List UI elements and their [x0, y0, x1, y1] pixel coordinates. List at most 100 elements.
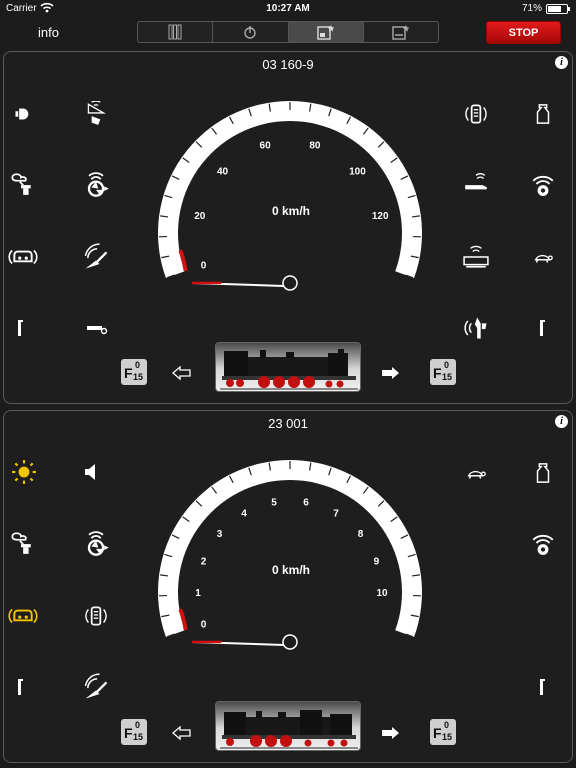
view-segmented-control	[137, 21, 439, 43]
function-brake-button[interactable]	[79, 601, 113, 631]
function-page-button-2[interactable]: F 0 15	[430, 359, 456, 385]
function-injector-button[interactable]	[459, 169, 493, 199]
battery-icon	[546, 4, 570, 14]
f-letter: F	[433, 365, 442, 381]
layout-star-icon	[392, 25, 410, 40]
segment-controller[interactable]	[213, 22, 289, 42]
function-page-button[interactable]: F 0 15	[121, 719, 147, 745]
f-range-end: 15	[442, 732, 453, 742]
gauge-band	[158, 101, 422, 279]
function-uncoupler-button[interactable]	[526, 99, 560, 129]
loco-info-icon[interactable]: i	[555, 415, 568, 428]
function-horn-button[interactable]	[6, 601, 40, 631]
direction-forward-button[interactable]	[380, 725, 400, 741]
whistle-icon	[83, 318, 109, 342]
gauge-scale-label: 8	[358, 529, 364, 540]
coal-shovel-icon	[82, 673, 110, 701]
loco-image[interactable]	[215, 701, 361, 751]
segment-keyboard-star[interactable]	[288, 22, 364, 42]
function-coal-shovel-button[interactable]	[79, 242, 113, 272]
loco-name: 23 001	[268, 416, 308, 431]
function-brake-button[interactable]	[459, 99, 493, 129]
brake-sound-icon	[82, 603, 110, 629]
segment-layout-star[interactable]	[363, 22, 438, 42]
gauge-scale-label: 80	[309, 140, 321, 151]
headlight-icon	[10, 103, 32, 125]
cab-light-icon	[9, 316, 33, 340]
status-time: 10:27 AM	[266, 3, 310, 14]
function-smoke-generator-button[interactable]	[4, 169, 38, 199]
f-letter: F	[124, 725, 133, 741]
station-announcement-icon	[461, 244, 491, 270]
function-whistle-button[interactable]	[79, 315, 113, 345]
loco-panel-2: 23 001 i 0 1 2 3 4 5 6 7 8 9 10 0 km/h F 0 15	[3, 410, 573, 763]
gauge-scale-label: 1	[195, 588, 201, 599]
function-page-button-2[interactable]: F 0 15	[430, 719, 456, 745]
function-fan-button[interactable]	[79, 169, 113, 199]
function-station-button[interactable]	[459, 242, 493, 272]
gauge-scale-label: 6	[303, 497, 309, 508]
gauge-scale-label: 4	[241, 508, 247, 519]
function-coal-shovel-button[interactable]	[79, 672, 113, 702]
f-range-start: 0	[444, 360, 450, 370]
cab-light-icon	[531, 316, 555, 340]
turtle-icon	[531, 246, 555, 268]
injector-icon	[462, 171, 490, 197]
needle-hub	[282, 275, 298, 291]
arrow-right-icon	[382, 367, 399, 379]
turtle-icon	[464, 462, 488, 484]
function-steam-button[interactable]	[459, 313, 493, 343]
info-button[interactable]: info	[38, 25, 59, 40]
function-headlight-button[interactable]	[4, 99, 38, 129]
f-range-end: 15	[442, 372, 453, 382]
emergency-stop-button[interactable]: STOP	[486, 21, 561, 44]
smoke-generator-icon	[83, 101, 109, 127]
whistle-horn-icon	[8, 244, 38, 270]
direction-reverse-button[interactable]	[172, 365, 192, 381]
speedometer[interactable]: 0 1 2 3 4 5 6 7 8 9 10 0 km/h	[151, 453, 431, 703]
coal-shovel-icon	[82, 243, 110, 271]
wheel-sound-icon	[530, 529, 556, 557]
direction-forward-button[interactable]	[380, 365, 400, 381]
loco-image[interactable]	[215, 342, 361, 392]
speedometer[interactable]: 0 20 40 60 80 100 120 0 km/h	[151, 94, 431, 344]
needle-hub	[282, 634, 298, 650]
function-horn-button[interactable]	[6, 242, 40, 272]
battery-percent: 71%	[521, 3, 542, 14]
smoke-generator-icon	[8, 530, 34, 556]
function-headlight-button[interactable]	[7, 457, 41, 487]
function-uncoupler-button[interactable]	[526, 458, 560, 488]
f-range-start: 0	[444, 720, 450, 730]
function-shunting-button[interactable]	[459, 458, 493, 488]
headlight-on-icon	[11, 459, 37, 485]
cab-light-icon	[531, 675, 555, 699]
f-range-end: 15	[133, 732, 144, 742]
function-page-button[interactable]: F 0 15	[121, 359, 147, 385]
function-sound-button[interactable]	[74, 457, 108, 487]
steam-release-icon	[461, 314, 491, 342]
top-toolbar: info STOP	[0, 18, 576, 46]
fan-icon	[82, 529, 110, 557]
function-smoke-button[interactable]	[79, 99, 113, 129]
smoke-generator-icon	[8, 171, 34, 197]
function-wheel-sound-button[interactable]	[526, 169, 560, 199]
function-shunting-button[interactable]	[526, 242, 560, 272]
function-cab-light-button[interactable]	[4, 672, 38, 702]
f-range-start: 0	[135, 720, 141, 730]
loco-info-icon[interactable]: i	[555, 56, 568, 69]
gauge-band	[158, 460, 422, 638]
arrow-right-icon	[382, 727, 399, 739]
function-wheel-sound-button[interactable]	[526, 528, 560, 558]
function-cab-light-button[interactable]	[4, 313, 38, 343]
function-cab-light-2-button[interactable]	[526, 672, 560, 702]
wheel-sound-icon	[530, 170, 556, 198]
function-cab-light-2-button[interactable]	[526, 313, 560, 343]
direction-reverse-button[interactable]	[172, 725, 192, 741]
function-fan-button[interactable]	[79, 528, 113, 558]
function-smoke-generator-button[interactable]	[4, 528, 38, 558]
steam-locomotive-image	[220, 710, 358, 749]
segment-multi-controller[interactable]	[138, 22, 214, 42]
keyboard-star-icon	[316, 25, 335, 40]
gauge-scale-label: 5	[271, 497, 277, 508]
loco-panel-1: 03 160-9 i 0 20 40 60 80 100 120 0 km/h F 0 15	[3, 51, 573, 404]
